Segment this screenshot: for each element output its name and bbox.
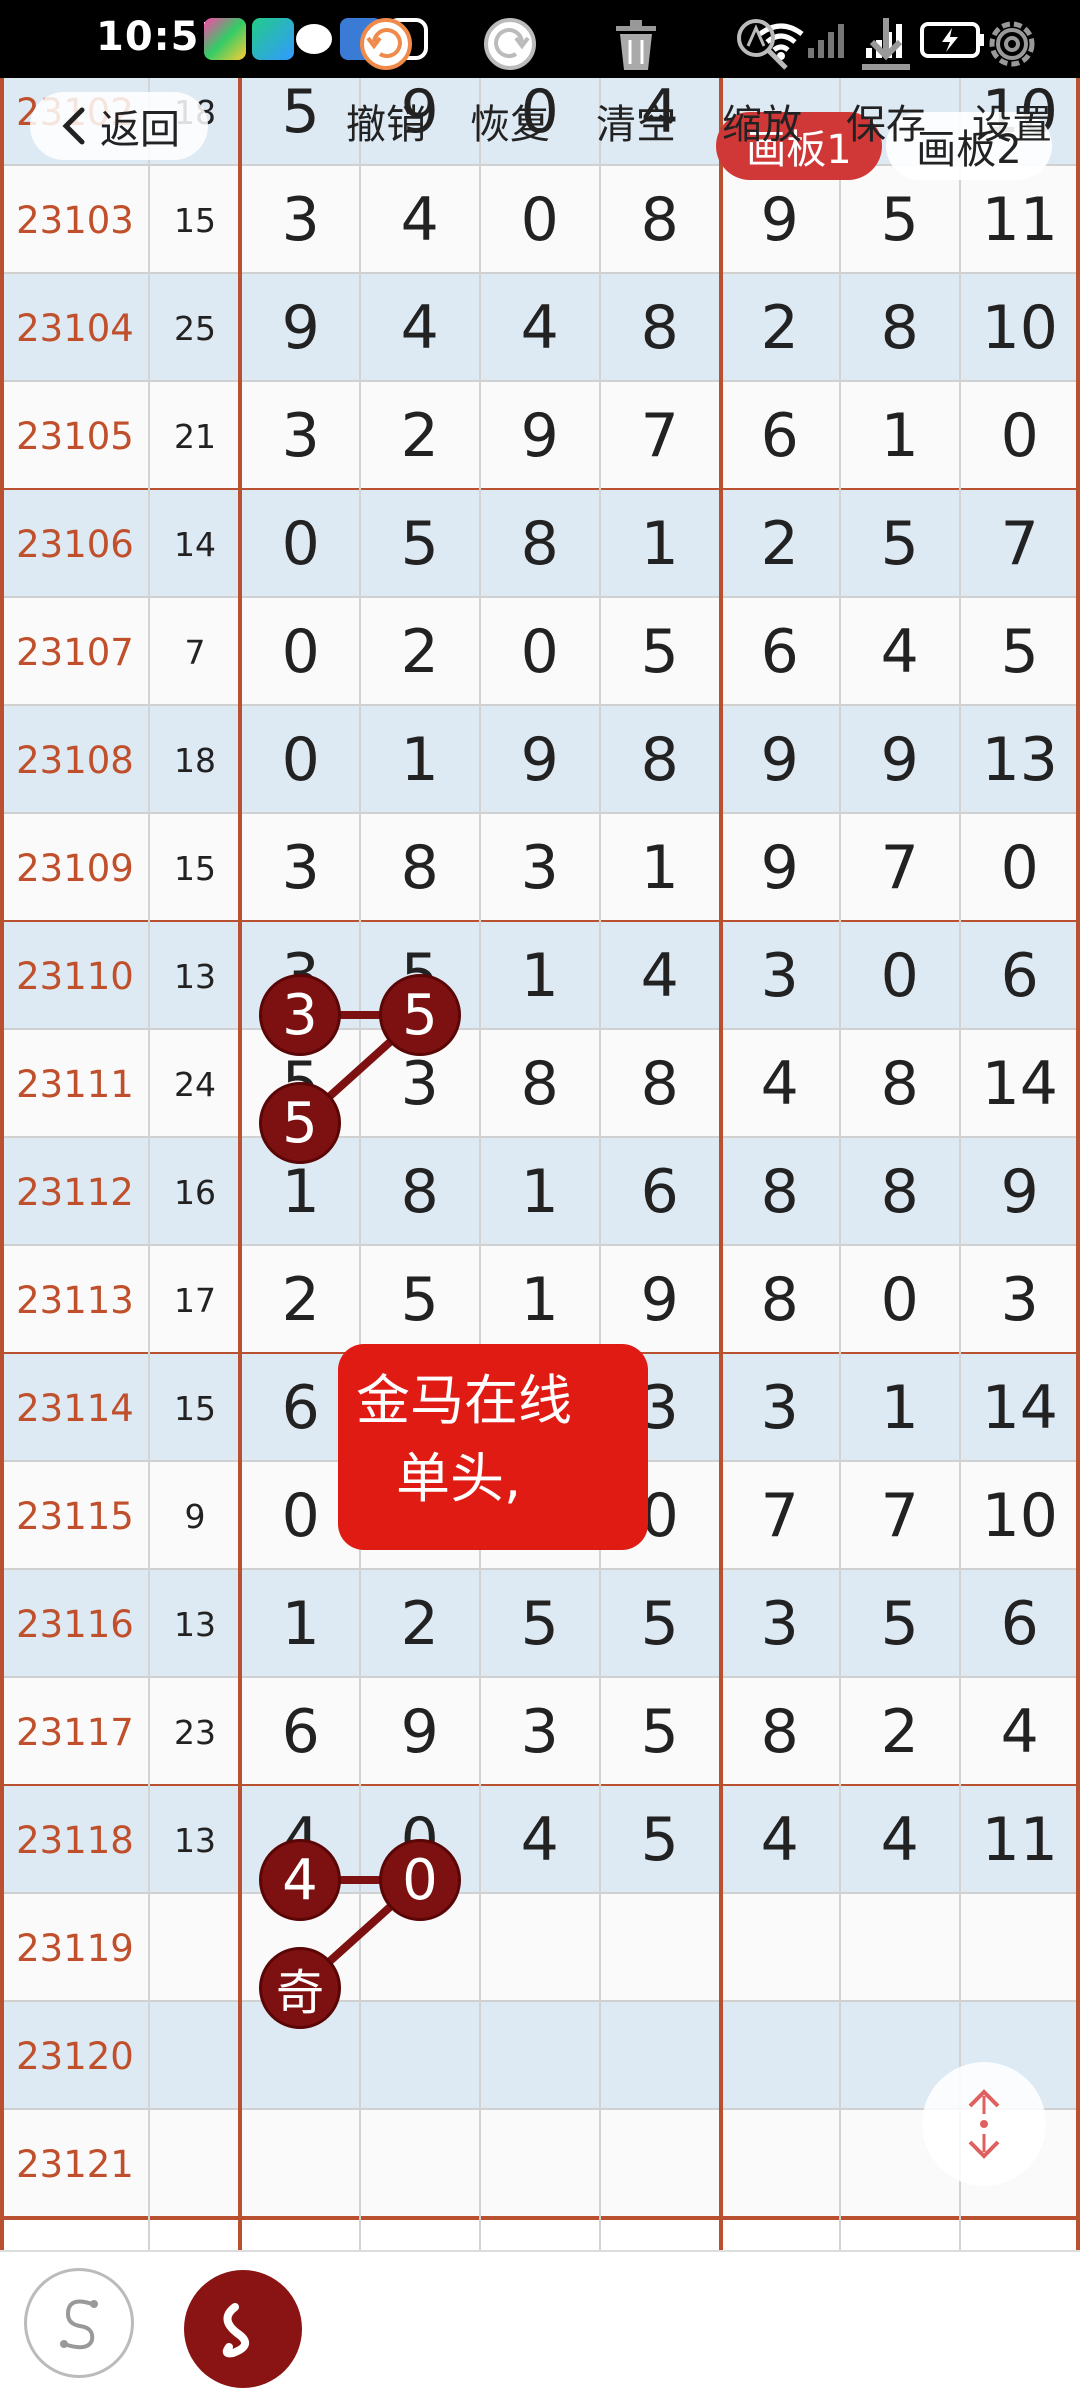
zoom-icon [737, 19, 788, 70]
gear-icon [989, 21, 1035, 67]
settings-button[interactable]: 设置 [952, 0, 1072, 150]
freehand-icon [222, 2303, 249, 2358]
watermark-logo [812, 2350, 1080, 2400]
save-label: 保存 [846, 102, 926, 148]
marker-circle[interactable]: 5 [259, 1082, 341, 1164]
note-line-1: 金马在线 [356, 1369, 572, 1432]
zoom-label: 缩放 [722, 102, 802, 148]
clear-button[interactable]: 清空 [576, 0, 696, 150]
s-curve-icon [60, 2299, 98, 2350]
trash-icon [616, 20, 656, 70]
download-icon [862, 18, 910, 70]
redo-label: 恢复 [470, 102, 550, 148]
settings-label: 设置 [972, 102, 1052, 148]
s-pen-tool-button[interactable] [24, 2268, 134, 2378]
save-button[interactable]: 保存 [826, 0, 946, 150]
note-line-2: 单头, [396, 1447, 522, 1510]
undo-button[interactable]: 撤销 [326, 0, 446, 150]
marker-connectors [297, 1011, 423, 1991]
undo-label: 撤销 [346, 102, 426, 148]
marker-circle[interactable]: 5 [379, 974, 461, 1056]
marker-circle[interactable]: 4 [259, 1839, 341, 1921]
redo-button[interactable]: 恢复 [450, 0, 570, 150]
undo-icon [360, 18, 412, 70]
draw-tool-button[interactable] [184, 2270, 302, 2388]
marker-circle[interactable]: 3 [259, 974, 341, 1056]
marker-circle[interactable]: 奇 [259, 1947, 341, 2029]
zoom-button[interactable]: 缩放 [702, 0, 822, 150]
clear-label: 清空 [596, 102, 676, 148]
text-note[interactable]: 金马在线 单头, [338, 1344, 648, 1550]
marker-circle[interactable]: 0 [379, 1839, 461, 1921]
vertical-arrows-icon [968, 2089, 1000, 2159]
redo-icon [484, 18, 536, 70]
scroll-toggle-button[interactable] [922, 2062, 1046, 2186]
